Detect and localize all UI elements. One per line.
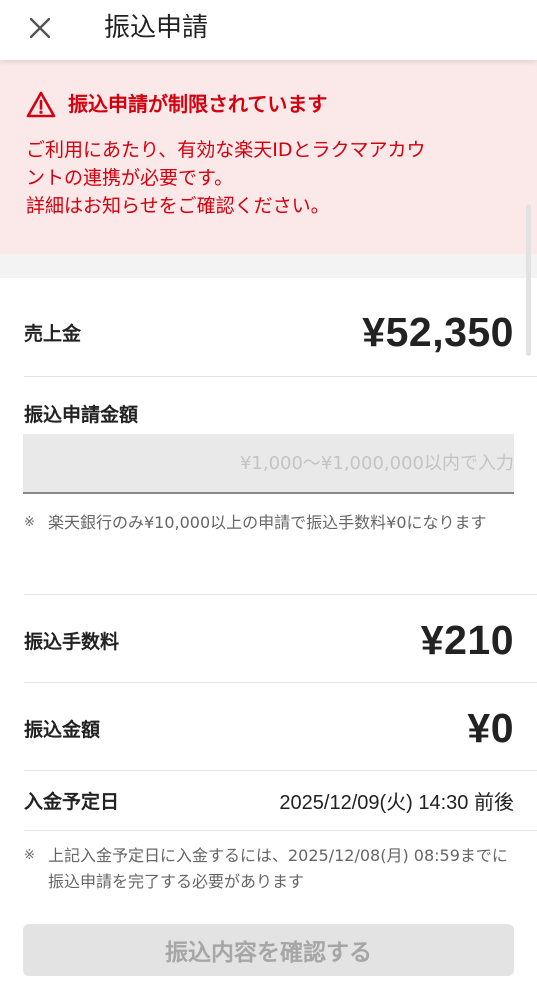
divider	[24, 594, 537, 595]
deadline-note: ※ 上記入金予定日に入金するには、2025/12/08(月) 08:59までに振…	[24, 843, 516, 895]
confirm-transfer-button[interactable]: 振込内容を確認する	[23, 924, 514, 976]
section-separator	[0, 254, 537, 278]
transfer-request-label: 振込申請金額	[24, 404, 139, 426]
transfer-amount-label: 振込金額	[24, 718, 101, 741]
alert-title: 振込申請が制限されています	[68, 92, 328, 116]
fee-label: 振込手数料	[24, 630, 120, 653]
transfer-amount-input[interactable]	[23, 434, 514, 494]
warning-icon	[26, 91, 56, 117]
page-title: 振込申請	[104, 13, 209, 43]
app-header: 振込申請	[0, 0, 537, 60]
alert-header: 振込申請が制限されています	[26, 90, 327, 118]
divider	[24, 770, 537, 771]
alert-message-line: ントの連携が必要です。	[26, 167, 234, 189]
sales-row: 売上金 ¥52,350	[24, 302, 514, 362]
alert-message: ご利用にあたり、有効な楽天IDとラクマアカウ ントの連携が必要です。 詳細はお知…	[26, 136, 516, 220]
divider	[24, 376, 537, 377]
note-mark: ※	[24, 848, 35, 863]
deposit-date-value: 2025/12/09(火) 14:30 前後	[279, 791, 514, 814]
fee-row: 振込手数料 ¥210	[24, 610, 514, 670]
sales-amount: ¥52,350	[362, 308, 514, 355]
restriction-alert: 振込申請が制限されています ご利用にあたり、有効な楽天IDとラクマアカウ ントの…	[0, 60, 537, 254]
transfer-amount-value: ¥0	[467, 704, 514, 751]
alert-message-line: 詳細はお知らせをご確認ください。	[26, 195, 330, 217]
note-text: 上記入金予定日に入金するには、2025/12/08(月) 08:59までに振込申…	[48, 846, 508, 891]
close-button[interactable]	[18, 8, 62, 48]
scrollbar[interactable]	[526, 204, 531, 356]
bank-fee-note: ※ 楽天銀行のみ¥10,000以上の申請で振込手数料¥0になります	[24, 510, 516, 536]
note-mark: ※	[24, 515, 35, 530]
deposit-date-label: 入金予定日	[24, 790, 120, 813]
transfer-amount-row: 振込金額 ¥0	[24, 698, 514, 758]
close-icon	[29, 17, 51, 39]
fee-amount: ¥210	[420, 616, 514, 663]
divider	[24, 830, 537, 831]
sales-label: 売上金	[24, 322, 82, 345]
divider	[24, 682, 537, 683]
note-text: 楽天銀行のみ¥10,000以上の申請で振込手数料¥0になります	[48, 513, 487, 532]
deposit-date-row: 入金予定日 2025/12/09(火) 14:30 前後	[24, 780, 514, 820]
alert-message-line: ご利用にあたり、有効な楽天IDとラクマアカウ	[26, 139, 426, 161]
